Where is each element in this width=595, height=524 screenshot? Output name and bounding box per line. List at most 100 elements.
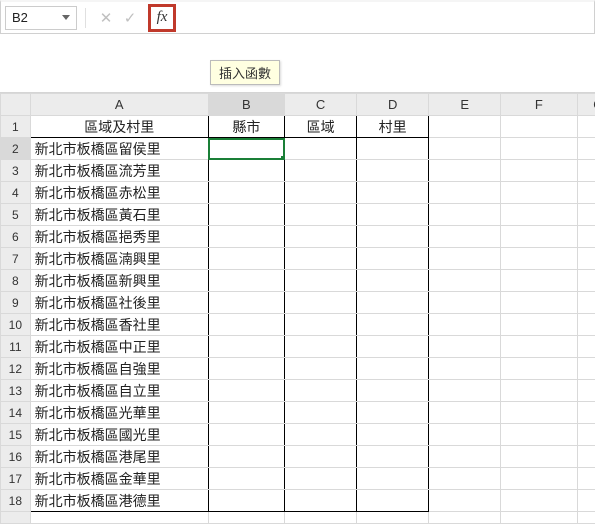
cell[interactable] — [501, 248, 577, 270]
cell[interactable]: 新北市板橋區中正里 — [30, 336, 208, 358]
cell[interactable] — [429, 402, 501, 424]
row-header[interactable]: 6 — [1, 226, 31, 248]
cell[interactable] — [357, 204, 429, 226]
cell[interactable] — [501, 446, 577, 468]
cell[interactable] — [357, 512, 429, 524]
cell[interactable]: 新北市板橋區港尾里 — [30, 446, 208, 468]
row-header[interactable]: 15 — [1, 424, 31, 446]
cell[interactable] — [357, 182, 429, 204]
cell[interactable] — [429, 358, 501, 380]
cell[interactable]: 區域及村里 — [30, 116, 208, 138]
cell[interactable] — [501, 424, 577, 446]
cell[interactable]: 新北市板橋區挹秀里 — [30, 226, 208, 248]
col-header-E[interactable]: E — [429, 94, 501, 116]
cell[interactable] — [357, 138, 429, 160]
cell[interactable] — [208, 490, 284, 512]
cell[interactable]: 村里 — [357, 116, 429, 138]
col-header-G[interactable]: G — [577, 94, 595, 116]
cell[interactable] — [429, 248, 501, 270]
formula-input[interactable] — [186, 6, 590, 30]
cell[interactable] — [429, 116, 501, 138]
cell[interactable] — [357, 446, 429, 468]
row-header[interactable]: 12 — [1, 358, 31, 380]
row-header[interactable]: 11 — [1, 336, 31, 358]
cell[interactable]: 新北市板橋區光華里 — [30, 402, 208, 424]
col-header-B[interactable]: B — [208, 94, 284, 116]
cell[interactable] — [208, 314, 284, 336]
cell[interactable] — [577, 138, 595, 160]
cell[interactable] — [357, 226, 429, 248]
cell[interactable] — [577, 248, 595, 270]
name-box[interactable]: B2 — [5, 6, 77, 30]
cell[interactable] — [208, 336, 284, 358]
confirm-button[interactable]: ✓ — [118, 6, 142, 30]
cell[interactable] — [285, 490, 357, 512]
cell[interactable] — [285, 446, 357, 468]
cell[interactable] — [577, 402, 595, 424]
cell[interactable] — [577, 424, 595, 446]
row-header[interactable]: 3 — [1, 160, 31, 182]
cell[interactable] — [577, 468, 595, 490]
cell[interactable]: 縣市 — [208, 116, 284, 138]
col-header-C[interactable]: C — [285, 94, 357, 116]
row-header[interactable]: 2 — [1, 138, 31, 160]
cell[interactable] — [208, 424, 284, 446]
cell[interactable] — [501, 292, 577, 314]
cell[interactable] — [285, 512, 357, 524]
row-header[interactable]: 16 — [1, 446, 31, 468]
cell[interactable] — [501, 336, 577, 358]
cell[interactable] — [429, 160, 501, 182]
cell[interactable] — [208, 468, 284, 490]
cell[interactable]: 新北市板橋區自強里 — [30, 358, 208, 380]
cell[interactable] — [285, 204, 357, 226]
cell[interactable]: 新北市板橋區新興里 — [30, 270, 208, 292]
cell[interactable] — [501, 512, 577, 524]
cell[interactable] — [208, 160, 284, 182]
cell[interactable]: 新北市板橋區自立里 — [30, 380, 208, 402]
cell[interactable] — [501, 314, 577, 336]
cell[interactable] — [357, 160, 429, 182]
row-header[interactable]: 14 — [1, 402, 31, 424]
cell[interactable] — [208, 402, 284, 424]
cell[interactable] — [285, 380, 357, 402]
cell[interactable] — [429, 424, 501, 446]
cell[interactable] — [501, 182, 577, 204]
cell[interactable] — [208, 248, 284, 270]
cell[interactable]: 新北市板橋區赤松里 — [30, 182, 208, 204]
cell[interactable] — [501, 358, 577, 380]
cell[interactable] — [577, 336, 595, 358]
row-header[interactable]: 7 — [1, 248, 31, 270]
cell[interactable]: 新北市板橋區黃石里 — [30, 204, 208, 226]
cell[interactable] — [208, 204, 284, 226]
cell[interactable]: 新北市板橋區社後里 — [30, 292, 208, 314]
cell[interactable] — [208, 226, 284, 248]
cell[interactable] — [357, 336, 429, 358]
cell[interactable] — [501, 160, 577, 182]
cell[interactable] — [285, 182, 357, 204]
cell[interactable]: 新北市板橋區留侯里 — [30, 138, 208, 160]
cell[interactable] — [285, 314, 357, 336]
cell[interactable] — [429, 336, 501, 358]
cell[interactable] — [429, 204, 501, 226]
cell[interactable] — [577, 314, 595, 336]
cell[interactable] — [577, 160, 595, 182]
cell[interactable] — [30, 512, 208, 524]
cell[interactable] — [577, 446, 595, 468]
cell[interactable]: 新北市板橋區金華里 — [30, 468, 208, 490]
cell[interactable] — [357, 402, 429, 424]
cell[interactable] — [285, 270, 357, 292]
cell[interactable] — [285, 402, 357, 424]
cell[interactable] — [208, 380, 284, 402]
row-header[interactable]: 10 — [1, 314, 31, 336]
cell[interactable]: 新北市板橋區國光里 — [30, 424, 208, 446]
cell[interactable] — [429, 512, 501, 524]
cell[interactable] — [577, 204, 595, 226]
cell[interactable] — [357, 248, 429, 270]
insert-function-button[interactable]: fx — [148, 4, 176, 32]
cell[interactable] — [285, 292, 357, 314]
row-header[interactable]: 4 — [1, 182, 31, 204]
col-header-F[interactable]: F — [501, 94, 577, 116]
row-header[interactable]: 1 — [1, 116, 31, 138]
cell[interactable] — [501, 116, 577, 138]
cell[interactable] — [285, 160, 357, 182]
